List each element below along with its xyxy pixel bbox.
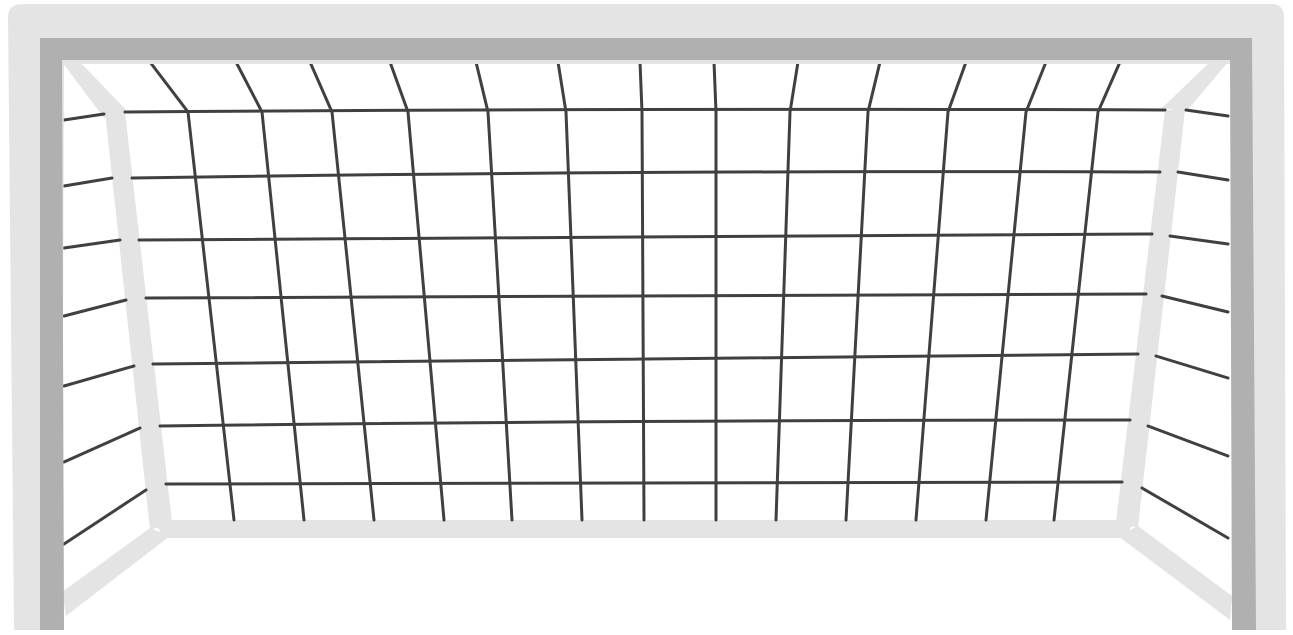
- right-post: [1230, 38, 1256, 630]
- background: [0, 0, 1293, 635]
- crossbar: [40, 38, 1252, 60]
- left-post: [40, 38, 64, 630]
- back-bottom-bar: [152, 520, 1135, 538]
- soccer-goal-illustration: [0, 0, 1293, 635]
